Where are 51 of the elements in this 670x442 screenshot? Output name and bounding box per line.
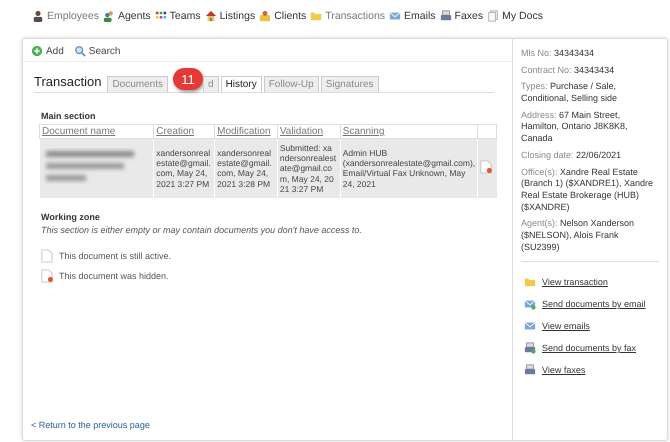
action-link[interactable]: View emails [524,320,659,332]
envelope-icon [389,10,402,22]
detail-text: Mls No: 34343434 [521,48,596,60]
legend-text: This document is still active. [59,250,172,261]
nav-link[interactable]: Clients [259,10,306,22]
action-link[interactable]: View faxes [524,364,659,376]
envelope-icon [524,320,536,332]
table-cell: xandersonreal estate@gmail. com, May 24, 2021 3:27 PM [154,138,215,198]
action-link[interactable]: Send documents by fax [524,342,659,354]
printer-icon [524,342,536,354]
table-cell: Admin HUB (xandersonrealestate@gmail.com), Email/Virtual Fax Unknown, May 24, 2021 [340,138,478,198]
section-title: Transaction [34,74,102,91]
detail-text: Agent(s): Nelson Xanderson ($NELSON), Alois Frank (SU2399) [521,218,636,254]
search-button[interactable]: Search [74,45,120,57]
tab[interactable]: History [220,76,262,92]
folder-icon [310,10,322,22]
envelope-icon [524,298,536,310]
back-link[interactable]: < Return to the previous page [31,420,504,430]
detail-text: Contract No: 34343434 [521,64,616,76]
nav-link[interactable]: Agents [102,10,151,22]
people-icon [102,10,115,22]
detail-text: Address: 67 Main Street, Hamilton, Ontario J8K8K8, Canada [521,110,629,145]
legend-text: This document was hidden. [59,270,169,281]
detail-text: Types: Purchase / Sale, Conditional, Selling side [521,81,618,105]
nav-link[interactable]: Faxes [440,10,484,22]
add-button[interactable]: Add [31,45,64,57]
detail-text: Closing date: 22/06/2021 [521,150,622,162]
table-cell: Submitted: xa ndersonrealest ate@gmail.co m, May 24, 20 21 3:27 PM [277,138,340,198]
callout-badge: 11 [173,68,204,90]
table-cell: xandersonreal estate@gmail. com, May 24, 2021 3:28 PM [214,138,278,198]
person-icon [32,10,44,22]
nav-link[interactable]: Emails [389,10,436,22]
folder-icon [524,276,536,288]
note-text: This section is either empty or may contain documents you don't have access to. [41,224,363,235]
nav-link[interactable]: My Docs [487,10,543,22]
house-icon [204,10,217,22]
nav-link[interactable]: Listings [204,10,256,22]
person-icon [259,10,272,22]
nav-link[interactable]: Employees [32,10,99,22]
detail-text: Office(s): Xandre Real Estate (Branch 1) ($XANDRE1), Xandre Real Estate Brokerage (HUB) ($XANDRE) [521,166,654,214]
search-icon [74,45,86,57]
section-heading: Working zone [41,212,101,222]
printer-icon [440,10,452,22]
action-link[interactable]: Send documents by email [524,298,659,310]
nav-link[interactable]: Transactions [310,10,386,22]
action-link[interactable]: View transaction [524,276,659,288]
plus-icon [31,45,43,57]
section-heading: Main section [41,111,97,121]
documents-icon [487,10,500,22]
printer-icon [524,364,536,376]
nav-link[interactable]: Teams [154,10,201,22]
